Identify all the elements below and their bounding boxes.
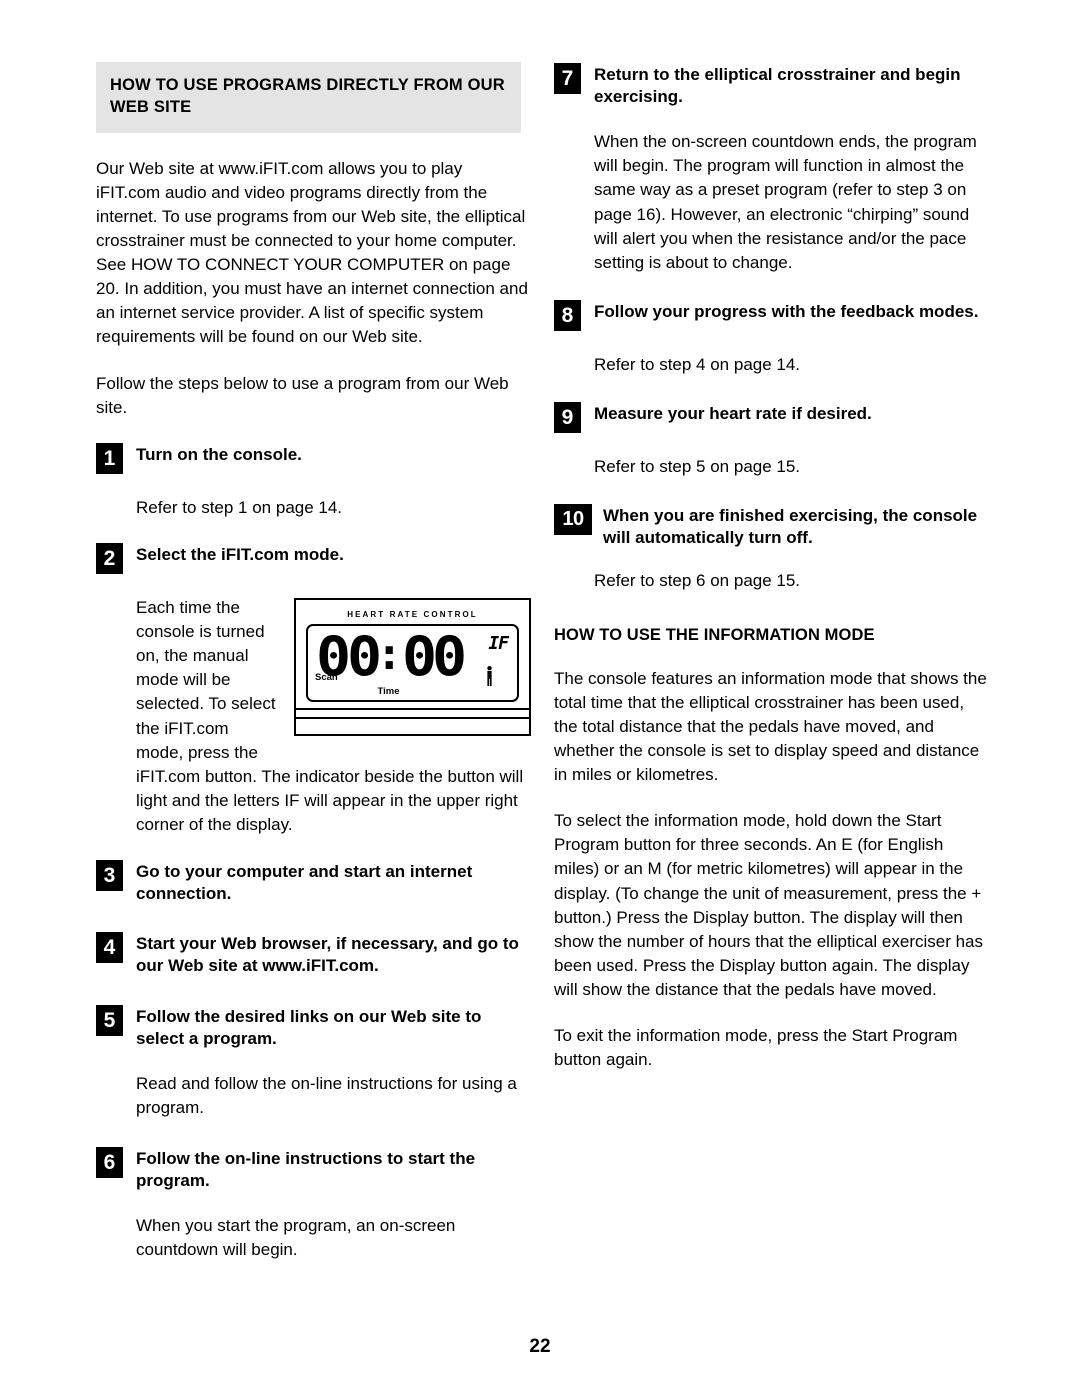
step-6: 6 Follow the on-line instructions to sta… <box>96 1146 531 1192</box>
step-1: 1 Turn on the console. <box>96 442 531 476</box>
step-number-badge: 10 <box>554 504 592 536</box>
step-9-body: Refer to step 5 on page 15. <box>594 457 801 477</box>
page-number: 22 <box>529 1336 551 1357</box>
right-column: 7 Return to the elliptical crosstrainer … <box>554 62 989 1094</box>
console-base-strip <box>296 716 529 734</box>
info-paragraph-3: To exit the information mode, press the … <box>554 1026 958 1070</box>
heart-rate-control-label: HEART RATE CONTROL <box>347 609 478 619</box>
step-1-body: Refer to step 1 on page 14. <box>136 497 343 517</box>
ifit-indicator: IF <box>488 632 509 654</box>
step-8-body: Refer to step 4 on page 14. <box>594 354 801 374</box>
step-9: 9 Measure your heart rate if desired. <box>554 401 989 435</box>
section-header-band: HOW TO USE PROGRAMS DIRECTLY FROM OUR WE… <box>96 62 521 133</box>
step-7: 7 Return to the elliptical crosstrainer … <box>554 62 989 108</box>
console-divider-strip <box>296 707 529 717</box>
console-display-figure: HEART RATE CONTROL 0 0 : 0 0 IF Scan Tim… <box>294 597 531 736</box>
step-6-body: When you start the program, an on-screen… <box>136 1216 456 1260</box>
step-2: 2 Select the iFIT.com mode. <box>96 542 531 576</box>
section-title-web-site: HOW TO USE PROGRAMS DIRECTLY FROM OUR WE… <box>110 76 505 117</box>
step-number-badge: 3 <box>96 860 123 892</box>
step-title: Turn on the console. <box>136 444 302 464</box>
lcd-digit-3: 0 <box>401 624 437 688</box>
scan-label: Scan <box>315 671 338 683</box>
step-5: 5 Follow the desired links on our Web si… <box>96 1004 531 1050</box>
step-8: 8 Follow your progress with the feedback… <box>554 299 989 333</box>
step-number-badge: 7 <box>554 63 581 94</box>
step-number-badge: 4 <box>96 932 123 964</box>
lcd-screen: 0 0 : 0 0 IF Scan Time <box>306 623 519 702</box>
step-3: 3 Go to your computer and start an inter… <box>96 859 531 905</box>
lcd-digit-2: 0 <box>346 624 382 688</box>
follow-steps-paragraph: Follow the steps below to use a program … <box>96 373 509 417</box>
step-title: Return to the elliptical crosstrainer an… <box>594 65 961 107</box>
step-title: Measure your heart rate if desired. <box>594 404 872 424</box>
step-title: Select the iFIT.com mode. <box>136 544 344 564</box>
step-number-badge: 8 <box>554 299 581 331</box>
info-paragraph-1: The console features an information mode… <box>554 668 987 785</box>
step-10-body: Refer to step 6 on page 15. <box>594 571 801 591</box>
step-number-badge: 9 <box>554 402 581 434</box>
console-outline: HEART RATE CONTROL 0 0 : 0 0 IF Scan Tim… <box>294 597 531 736</box>
step-number-badge: 2 <box>96 542 123 574</box>
step-title: Start your Web browser, if necessary, an… <box>136 934 519 976</box>
step-10: 10 When you are finished exercising, the… <box>554 503 989 549</box>
step-title: Follow the on-line instructions to start… <box>136 1148 476 1191</box>
lcd-digit-4: 0 <box>432 624 467 688</box>
step-number-badge: 5 <box>96 1004 123 1036</box>
step-title: Follow the desired links on our Web site… <box>136 1006 482 1048</box>
info-paragraph-2: To select the information mode, hold dow… <box>554 811 984 999</box>
step-number-badge: 1 <box>96 442 123 474</box>
step-7-body: When the on-screen countdown ends, the p… <box>594 132 977 272</box>
left-column: HOW TO USE PROGRAMS DIRECTLY FROM OUR WE… <box>96 62 531 1284</box>
step-number-badge: 6 <box>96 1146 123 1178</box>
time-label: Time <box>377 685 400 697</box>
section-title-information-mode: HOW TO USE THE INFORMATION MODE <box>554 625 875 644</box>
step-5-body: Read and follow the on-line instructions… <box>136 1073 517 1117</box>
step-title: Go to your computer and start an interne… <box>136 862 473 904</box>
person-icon <box>487 665 492 686</box>
lcd-colon: : <box>376 628 403 680</box>
intro-paragraph: Our Web site at www.iFIT.com allows you … <box>96 158 528 347</box>
step-title: When you are finished exercising, the co… <box>603 506 978 548</box>
step-title: Follow your progress with the feedback m… <box>594 301 979 321</box>
step-4: 4 Start your Web browser, if necessary, … <box>96 931 531 977</box>
manual-page: HOW TO USE PROGRAMS DIRECTLY FROM OUR WE… <box>0 0 1080 1397</box>
